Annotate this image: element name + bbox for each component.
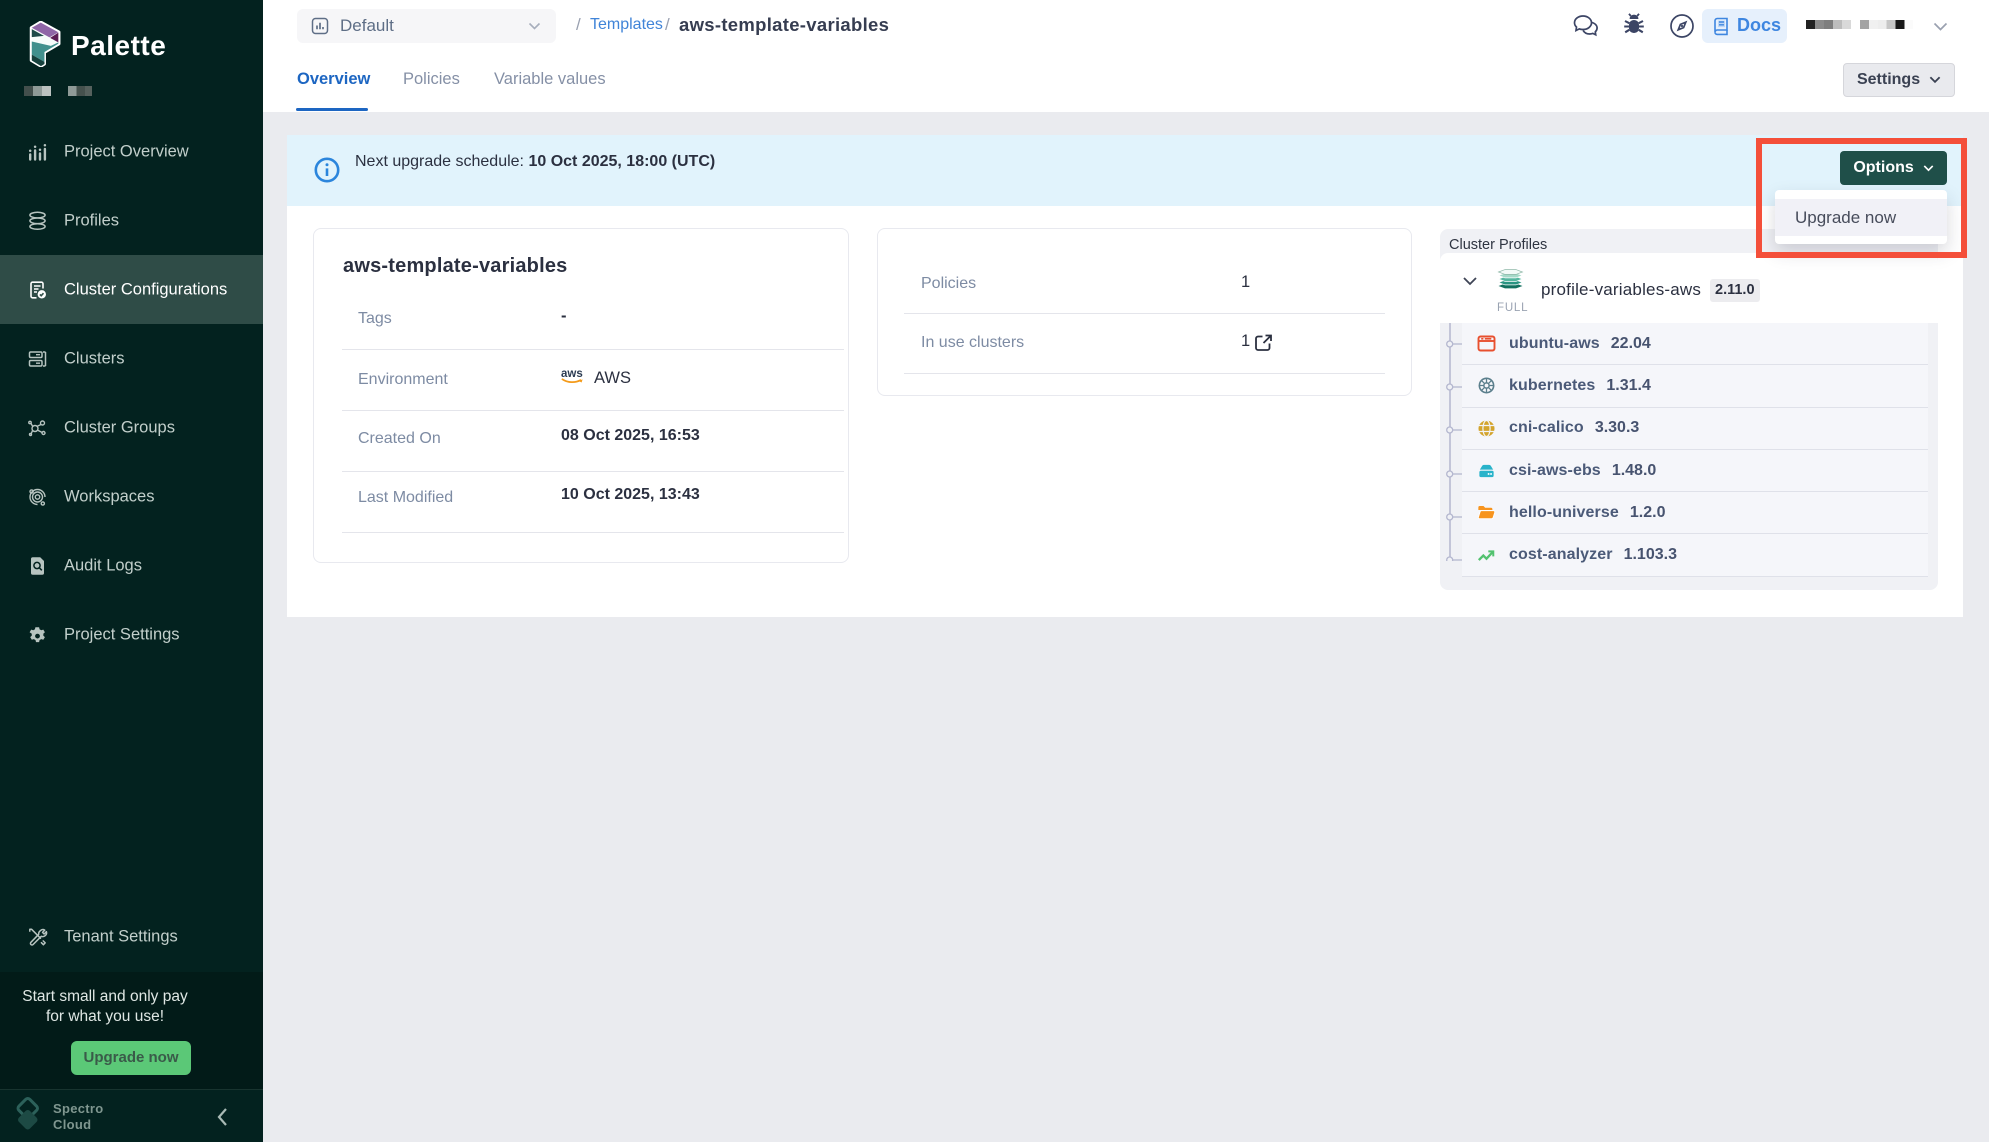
svg-text:aws: aws	[561, 368, 583, 380]
